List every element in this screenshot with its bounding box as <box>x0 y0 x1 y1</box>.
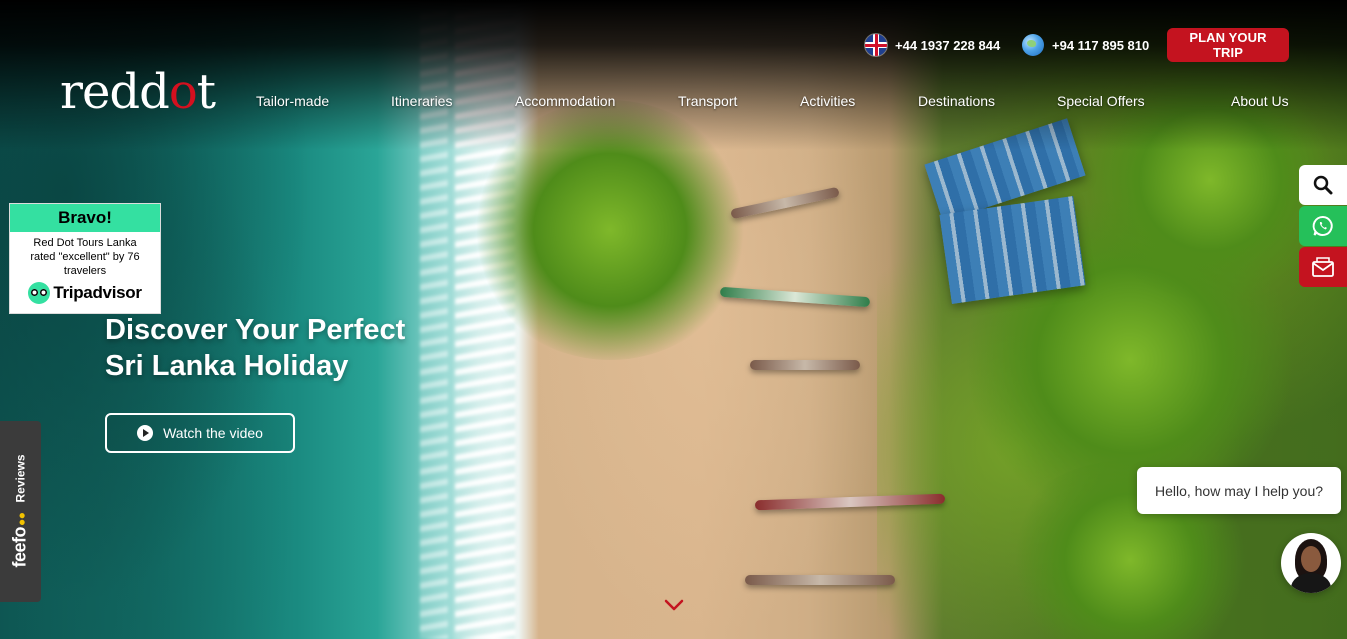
feefo-reviews-tab[interactable]: feefo●● Reviews <box>0 421 41 602</box>
logo-text-start: redd <box>60 64 170 120</box>
chat-greeting-text: Hello, how may I help you? <box>1154 482 1324 499</box>
hero-headline-line1: Discover Your Perfect <box>105 314 406 346</box>
search-icon <box>1313 175 1333 195</box>
play-icon <box>137 425 154 441</box>
nav-tailor-made[interactable]: Tailor-made <box>256 93 329 109</box>
plan-your-trip-button[interactable]: PLAN YOUR TRIP <box>1167 28 1289 62</box>
chat-agent-avatar[interactable] <box>1281 533 1341 593</box>
hero-headline-line2: Sri Lanka Holiday <box>105 350 349 382</box>
watch-video-label: Watch the video <box>163 425 263 441</box>
intl-phone-number: +94 117 895 810 <box>1052 37 1150 53</box>
whatsapp-button[interactable] <box>1299 206 1347 246</box>
uk-phone-link[interactable]: +44 1937 228 844 <box>865 30 1000 60</box>
nav-destinations[interactable]: Destinations <box>918 93 995 109</box>
nav-transport[interactable]: Transport <box>678 93 737 109</box>
hero-headline: Discover Your Perfect Sri Lanka Holiday <box>105 312 405 384</box>
uk-phone-number: +44 1937 228 844 <box>895 37 1001 53</box>
nav-about-us[interactable]: About Us <box>1231 93 1289 109</box>
feefo-wordmark: feefo <box>9 527 30 568</box>
tripadvisor-badge[interactable]: Bravo! Red Dot Tours Lanka rated "excell… <box>10 204 160 313</box>
feefo-eyes-icon: ●● <box>14 512 29 527</box>
email-enquiry-button[interactable] <box>1299 247 1347 287</box>
tripadvisor-rating-text: Red Dot Tours Lanka rated "excellent" by… <box>30 237 140 277</box>
nav-special-offers[interactable]: Special Offers <box>1057 93 1145 109</box>
chat-greeting-bubble[interactable]: Hello, how may I help you? <box>1137 467 1341 514</box>
uk-flag-icon <box>865 34 887 56</box>
tripadvisor-wordmark: Tripadvisor <box>53 283 142 302</box>
logo-red-dot: o <box>168 64 198 120</box>
intl-phone-link[interactable]: +94 117 895 810 <box>1022 30 1149 60</box>
mail-icon <box>1312 257 1334 277</box>
whatsapp-icon <box>1312 216 1333 236</box>
watch-video-button[interactable]: Watch the video <box>105 413 295 453</box>
reddot-logo[interactable]: reddot <box>60 64 216 120</box>
feefo-reviews-label: Reviews <box>13 454 27 503</box>
nav-accommodation[interactable]: Accommodation <box>515 93 615 109</box>
tripadvisor-owl-icon <box>28 282 51 304</box>
logo-text-end: t <box>196 64 216 120</box>
tripadvisor-logo: Tripadvisor <box>10 282 160 304</box>
tripadvisor-heading: Bravo! <box>10 204 160 232</box>
feefo-logo: feefo●● <box>10 513 31 568</box>
search-button[interactable] <box>1299 165 1347 205</box>
nav-activities[interactable]: Activities <box>800 93 855 109</box>
globe-icon <box>1022 34 1044 56</box>
nav-itineraries[interactable]: Itineraries <box>391 93 452 109</box>
chevron-down-icon[interactable] <box>664 598 684 612</box>
